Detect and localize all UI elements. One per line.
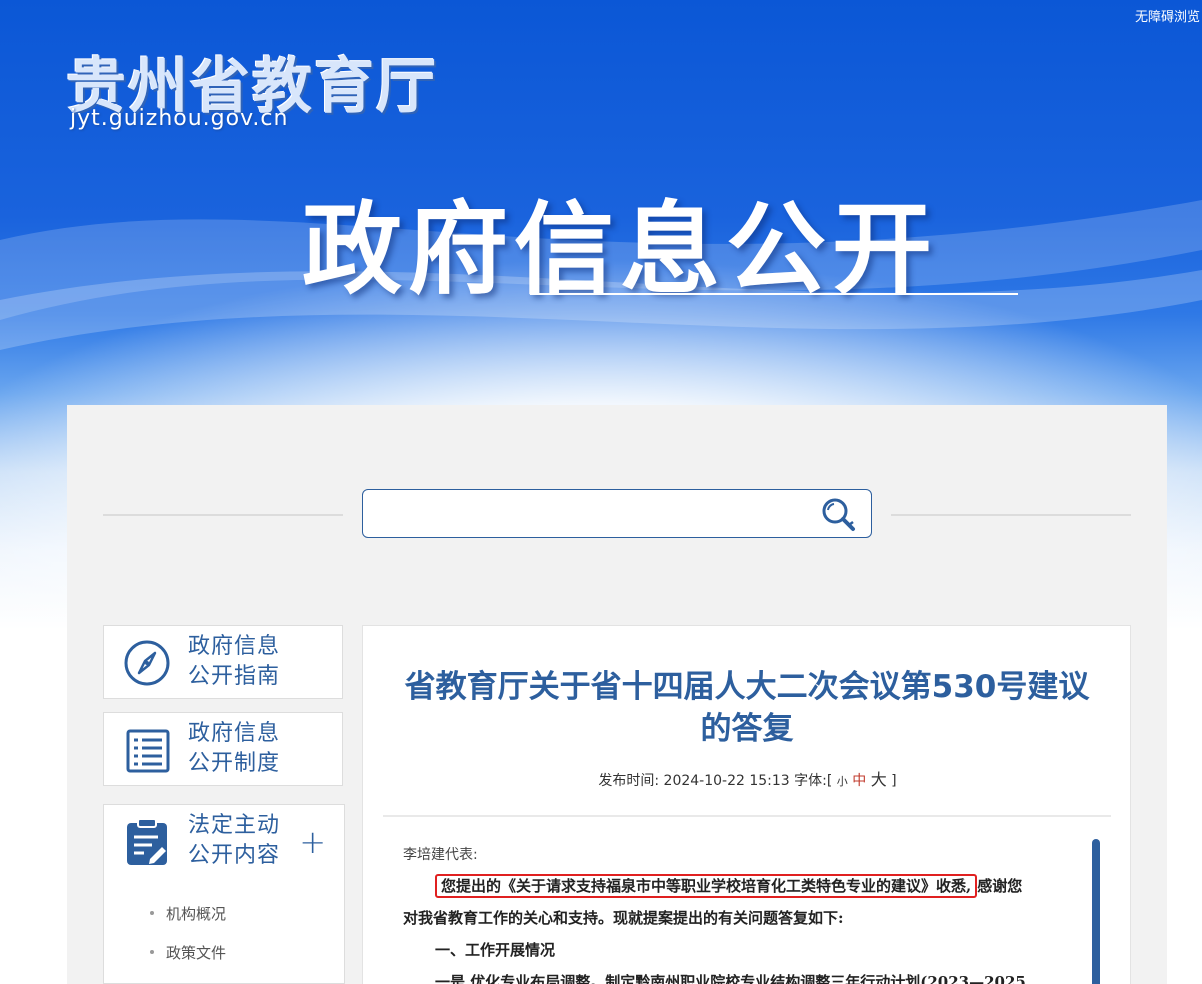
sidebar-item-disclosure-guide[interactable]: 政府信息 公开指南 bbox=[103, 625, 343, 699]
article-divider bbox=[383, 815, 1111, 817]
article-paragraph: 一是 优化专业布局调整。制定黔南州职业院校专业结构调整三年行动计划(2023—2… bbox=[435, 973, 1026, 984]
search-input[interactable] bbox=[371, 496, 801, 531]
expand-icon[interactable]: + bbox=[299, 826, 326, 858]
hero-underline bbox=[530, 293, 1018, 295]
search-button[interactable] bbox=[819, 496, 859, 532]
sidebar-item-disclosure-system[interactable]: 政府信息 公开制度 bbox=[103, 712, 343, 786]
sidebar-item-label: 政府信息 公开制度 bbox=[188, 721, 281, 776]
article-meta: 发布时间: 2024-10-22 15:13 字体:[ 小 中 大 ] bbox=[363, 766, 1130, 790]
article-paragraph: 对我省教育工作的关心和支持。现就提案提出的有关问题答复如下: bbox=[403, 909, 844, 927]
search-divider-left bbox=[103, 514, 343, 516]
sidebar-item-label: 法定主动 公开内容 bbox=[188, 813, 281, 868]
highlighted-text: 您提出的《关于请求支持福泉市中等职业学校培育化工类特色专业的建议》收悉, bbox=[435, 874, 978, 898]
list-icon bbox=[126, 729, 170, 773]
search-divider-right bbox=[891, 514, 1131, 516]
compass-icon bbox=[124, 640, 170, 686]
article-title: 省教育厅关于省十四届人大二次会议第530号建议 的答复 bbox=[404, 669, 1090, 747]
sidebar-sub-list: 机构概况 政策文件 bbox=[103, 875, 345, 984]
article-salutation: 李培建代表: bbox=[403, 847, 478, 863]
search-box bbox=[362, 489, 872, 538]
section-heading: 一、工作开展情况 bbox=[435, 941, 556, 959]
article-body: 李培建代表: 您提出的《关于请求支持福泉市中等职业学校培育化工类特色专业的建议》… bbox=[403, 844, 1083, 984]
main-container: 政府信息 公开指南 政府信息 公开制度 法定主动 公开内容 + 机构概况 政策文… bbox=[67, 405, 1167, 984]
article-panel: 省教育厅关于省十四届人大二次会议第530号建议 的答复 发布时间: 2024-1… bbox=[362, 625, 1131, 984]
sub-item-organization[interactable]: 机构概况 bbox=[149, 903, 226, 924]
accessibility-link[interactable]: 无障碍浏览 bbox=[1135, 6, 1200, 25]
sidebar-item-label: 政府信息 公开指南 bbox=[188, 634, 281, 689]
search-icon bbox=[822, 498, 855, 531]
sub-item-policy-documents[interactable]: 政策文件 bbox=[149, 942, 226, 963]
article-scrollbar[interactable] bbox=[1092, 839, 1100, 984]
font-small-button[interactable]: 小 bbox=[837, 775, 848, 788]
site-logo-url: jyt.guizhou.gov.cn bbox=[70, 106, 289, 131]
font-large-button[interactable]: 大 bbox=[871, 770, 887, 789]
font-medium-button[interactable]: 中 bbox=[852, 773, 866, 789]
article-paragraph: 您提出的《关于请求支持福泉市中等职业学校培育化工类特色专业的建议》收悉, 感谢您 bbox=[403, 870, 1083, 902]
sidebar-item-statutory-content[interactable]: 法定主动 公开内容 + bbox=[103, 804, 345, 878]
publish-label: 发布时间: bbox=[598, 773, 660, 789]
publish-date: 2024-10-22 15:13 bbox=[663, 773, 790, 789]
clipboard-icon bbox=[127, 818, 167, 865]
font-size-label: 字体:[ bbox=[794, 773, 833, 789]
font-size-close: ] bbox=[891, 773, 897, 789]
hero-title: 政府信息公开 bbox=[302, 191, 938, 308]
